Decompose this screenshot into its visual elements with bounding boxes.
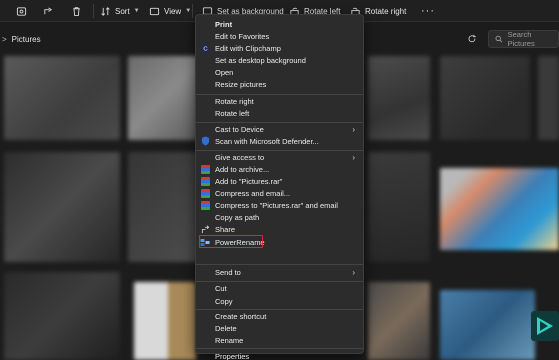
defender-shield-icon — [200, 136, 210, 146]
context-menu: Print Edit to Favorites C Edit with Clip… — [195, 14, 364, 360]
search-placeholder: Search Pictures — [507, 30, 535, 48]
menu-item-send-to[interactable]: Send to › — [196, 266, 363, 278]
menu-separator — [196, 264, 363, 265]
menu-item-cast-to-device[interactable]: Cast to Device › — [196, 123, 363, 135]
menu-item-copy[interactable]: Copy — [196, 295, 363, 307]
address-bar[interactable]: > Pictures — [0, 28, 195, 50]
brand-logo-icon — [531, 311, 559, 341]
share-icon — [44, 6, 53, 14]
view-icon — [149, 7, 160, 15]
file-thumbnail[interactable] — [440, 290, 535, 360]
refresh-button[interactable] — [464, 31, 480, 47]
file-thumbnail[interactable] — [440, 56, 530, 140]
chevron-right-icon: › — [352, 152, 355, 162]
file-thumbnail[interactable] — [440, 168, 559, 250]
chevron-right-icon: > — [2, 34, 7, 44]
view-label: View — [164, 6, 182, 16]
file-thumbnail[interactable] — [368, 56, 430, 140]
delete-button[interactable] — [71, 0, 82, 22]
menu-item-rotate-right[interactable]: Rotate right — [196, 95, 363, 107]
menu-item-print[interactable]: Print — [196, 18, 363, 30]
share-link-button[interactable] — [43, 0, 54, 22]
menu-item-rotate-left[interactable]: Rotate left — [196, 107, 363, 119]
menu-item-scan-with-defender[interactable]: Scan with Microsoft Defender... — [196, 135, 363, 147]
menu-item-properties[interactable]: Properties — [196, 350, 363, 360]
refresh-icon — [468, 34, 476, 43]
svg-text:C: C — [203, 46, 207, 52]
chevron-right-icon: › — [352, 267, 355, 277]
menu-item-add-to-archive[interactable]: Add to archive... — [196, 163, 363, 175]
toolbar-separator — [192, 4, 193, 18]
search-input[interactable]: Search Pictures — [488, 30, 559, 48]
share-icon — [16, 6, 27, 16]
menu-item-delete[interactable]: Delete — [196, 322, 363, 334]
more-icon: ··· — [421, 5, 435, 17]
menu-item-copy-as-path[interactable]: Copy as path — [196, 211, 363, 223]
breadcrumb-pictures[interactable]: Pictures — [12, 35, 41, 44]
menu-item-compress-to-rar-and-email[interactable]: Compress to "Pictures.rar" and email — [196, 199, 363, 211]
menu-item-compress-and-email[interactable]: Compress and email... — [196, 187, 363, 199]
file-thumbnail[interactable] — [134, 282, 196, 360]
menu-item-add-to-pictures-rar[interactable]: Add to "Pictures.rar" — [196, 175, 363, 187]
menu-item-share[interactable]: Share — [196, 223, 363, 235]
file-thumbnail[interactable] — [368, 152, 430, 262]
delete-icon — [73, 6, 80, 16]
share-button[interactable] — [16, 0, 27, 22]
winrar-icon — [200, 188, 210, 198]
winrar-icon — [200, 176, 210, 186]
sort-button[interactable]: Sort ▼ — [100, 0, 140, 22]
chevron-down-icon: ▼ — [133, 8, 140, 14]
menu-separator — [196, 348, 363, 349]
winrar-icon — [200, 200, 210, 210]
menu-item-resize-pictures[interactable]: Resize pictures — [196, 78, 363, 90]
chevron-down-icon: ▼ — [185, 8, 192, 14]
file-thumbnail[interactable] — [368, 282, 430, 360]
clipchamp-icon: C — [200, 43, 210, 53]
menu-item-rename[interactable]: Rename — [196, 334, 363, 346]
menu-item-edit-with-clipchamp[interactable]: C Edit with Clipchamp — [196, 42, 363, 54]
toolbar-separator — [93, 4, 94, 18]
file-thumbnail[interactable] — [538, 56, 559, 140]
file-thumbnail[interactable] — [4, 56, 120, 140]
view-button[interactable]: View ▼ — [149, 0, 191, 22]
menu-item-set-as-desktop-background[interactable]: Set as desktop background — [196, 54, 363, 66]
menu-item-cut[interactable]: Cut — [196, 282, 363, 294]
highlight-box — [199, 235, 263, 248]
menu-item-create-shortcut[interactable]: Create shortcut — [196, 310, 363, 322]
menu-item-open[interactable]: Open — [196, 66, 363, 78]
share-icon — [200, 224, 210, 234]
file-thumbnail[interactable] — [4, 152, 120, 262]
file-thumbnail[interactable] — [128, 152, 198, 262]
sort-icon — [101, 6, 110, 16]
file-thumbnail[interactable] — [128, 56, 198, 140]
winrar-icon — [200, 164, 210, 174]
menu-item-give-access-to[interactable]: Give access to › — [196, 151, 363, 163]
more-options-button[interactable]: ··· — [421, 0, 435, 22]
file-thumbnail[interactable] — [4, 272, 120, 360]
menu-item-edit-to-favorites[interactable]: Edit to Favorites — [196, 30, 363, 42]
chevron-right-icon: › — [352, 124, 355, 134]
rotate-right-label: Rotate right — [365, 6, 407, 16]
sort-label: Sort — [115, 6, 130, 16]
search-icon — [495, 35, 503, 43]
